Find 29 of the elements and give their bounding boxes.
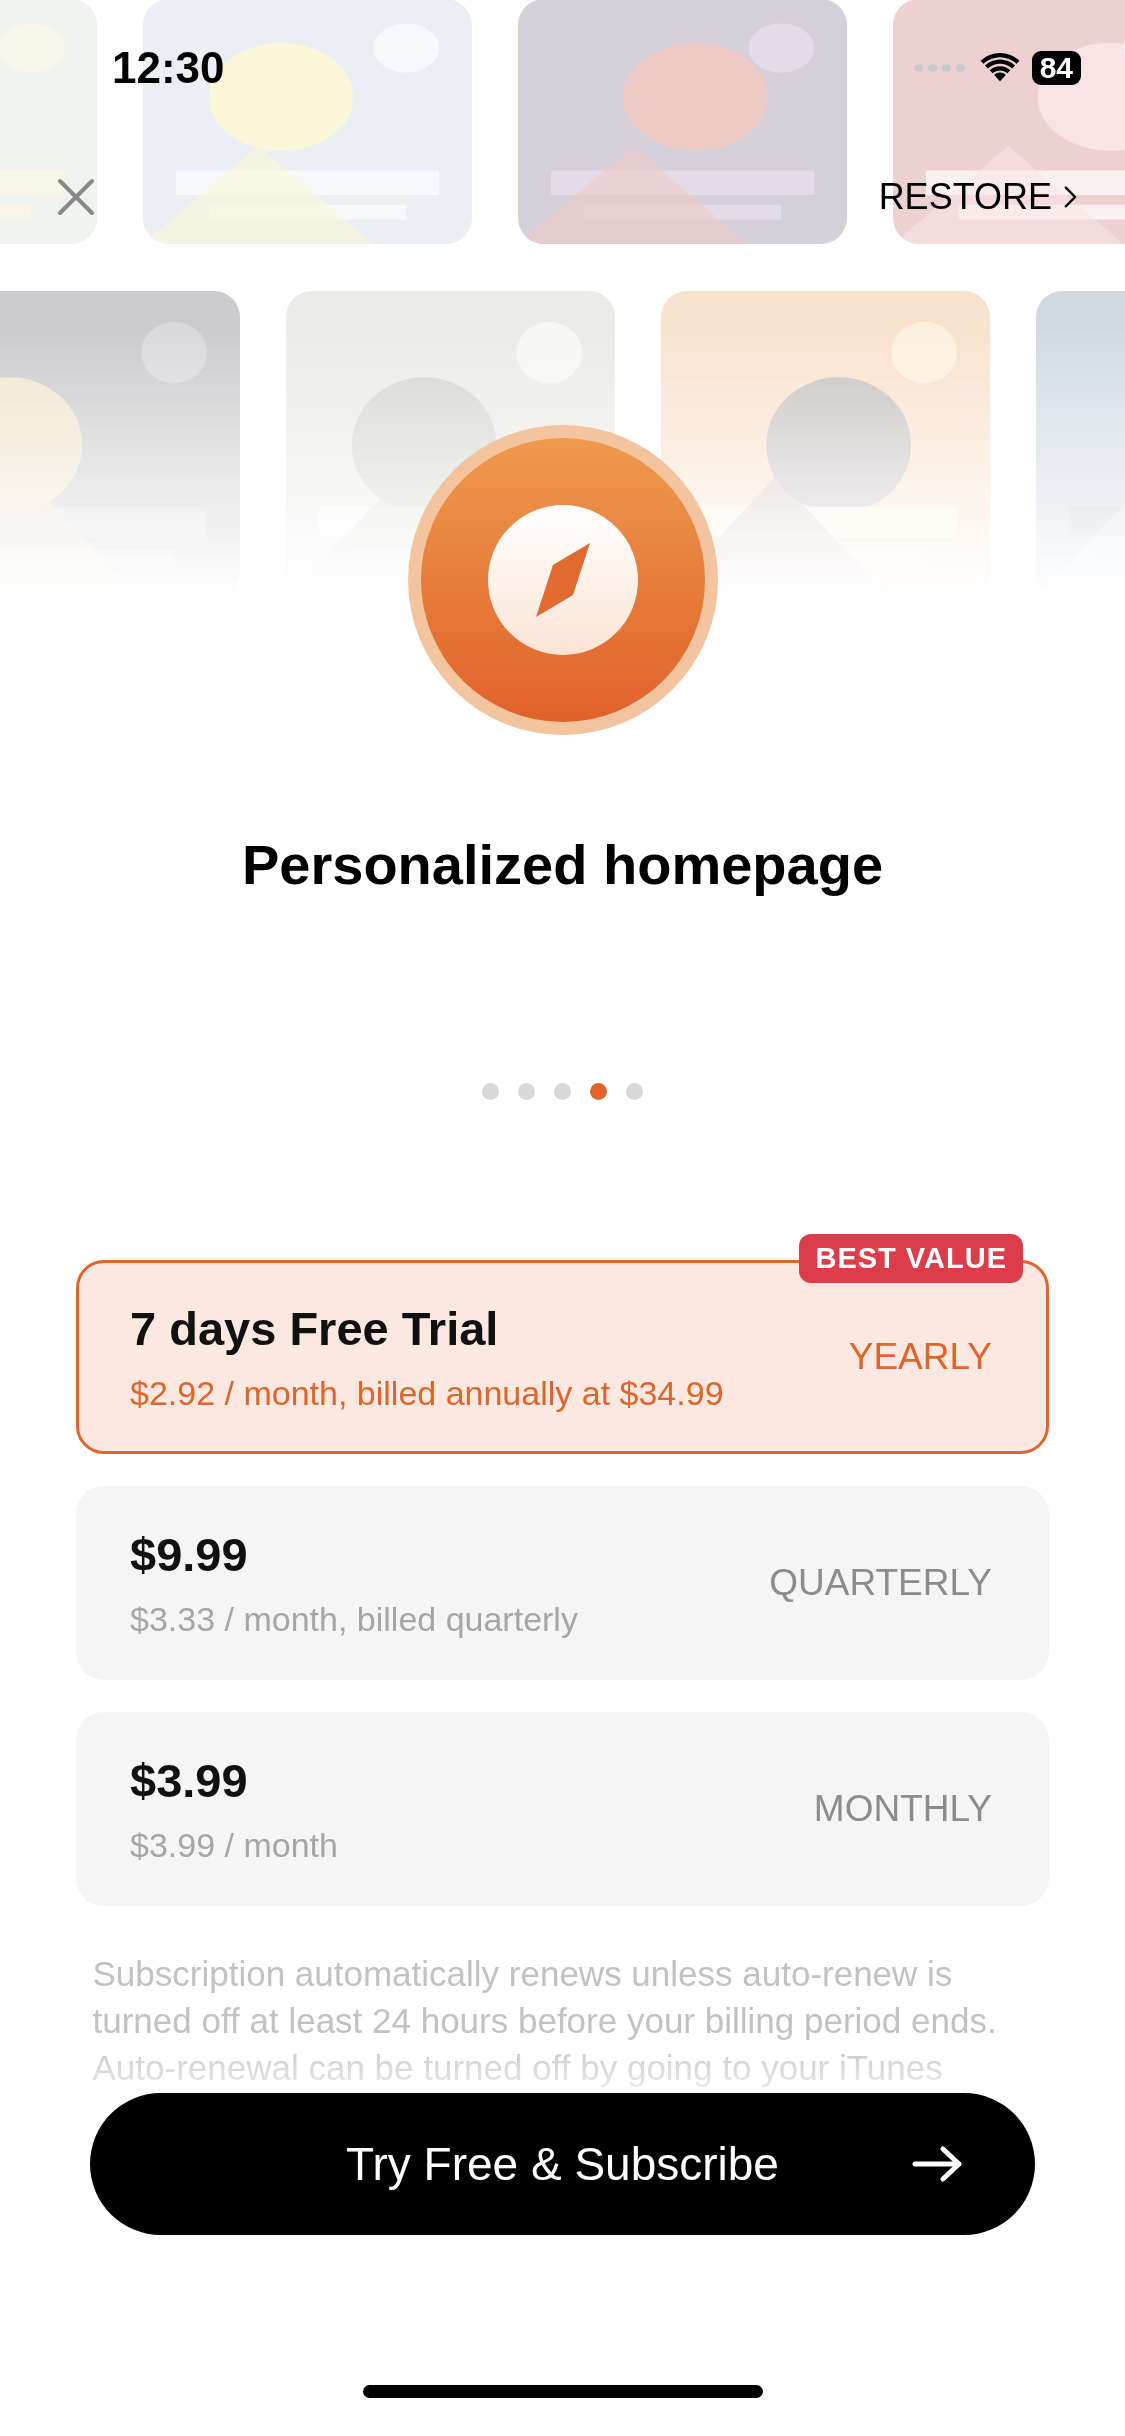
plan-title: $9.99 xyxy=(130,1527,249,1582)
wifi-icon xyxy=(979,53,1020,83)
page-dot[interactable] xyxy=(554,1083,571,1100)
restore-button[interactable]: RESTORE xyxy=(878,176,1077,218)
close-button[interactable] xyxy=(56,177,96,217)
plan-period: QUARTERLY xyxy=(769,1562,992,1604)
best-value-badge: BEST VALUE xyxy=(799,1234,1023,1283)
battery-level: 84 xyxy=(1031,51,1081,85)
plan-detail: $2.92 / month, billed annually at $34.99 xyxy=(130,1374,724,1413)
page-dot[interactable] xyxy=(590,1083,607,1100)
signal-icon xyxy=(913,62,968,74)
plan-title: $3.99 xyxy=(130,1753,249,1808)
close-icon xyxy=(56,177,96,217)
status-time: 12:30 xyxy=(112,43,225,93)
plan-detail: $3.33 / month, billed quarterly xyxy=(130,1600,578,1639)
chevron-right-icon xyxy=(1064,185,1077,209)
feature-title: Personalized homepage xyxy=(241,833,884,897)
page-dot[interactable] xyxy=(626,1083,643,1100)
subscribe-button[interactable]: Try Free & Subscribe xyxy=(90,2093,1035,2235)
plan-period: YEARLY xyxy=(848,1336,992,1378)
plan-period: MONTHLY xyxy=(813,1788,992,1830)
plan-detail: $3.99 / month xyxy=(130,1826,338,1865)
plan-card[interactable]: $3.99 $3.99 / month MONTHLY xyxy=(76,1712,1049,1906)
plan-card[interactable]: $9.99 $3.33 / month, billed quarterly QUARTERLY xyxy=(76,1486,1049,1680)
compass-icon xyxy=(407,425,718,735)
plan-title: 7 days Free Trial xyxy=(130,1301,500,1356)
page-dot[interactable] xyxy=(518,1083,535,1100)
arrow-right-icon xyxy=(911,2146,965,2182)
page-dot[interactable] xyxy=(482,1083,499,1100)
